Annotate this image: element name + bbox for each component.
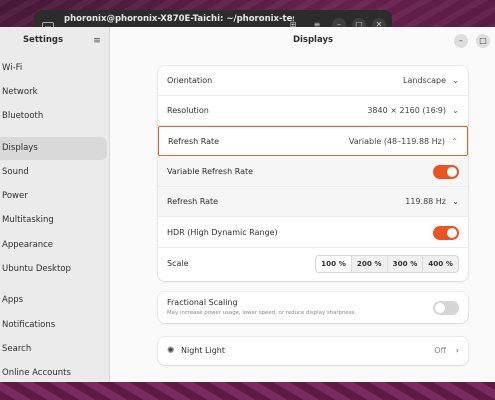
sidebar-item-wifi[interactable]: Wi-Fi: [0, 57, 107, 80]
sidebar-item-search[interactable]: Search: [0, 338, 107, 361]
orientation-value: Landscape: [403, 76, 446, 85]
hdr-row: HDR (High Dynamic Range): [158, 218, 468, 248]
maximize-button[interactable]: □: [476, 34, 490, 48]
fractional-scaling-label: Fractional Scaling: [167, 298, 238, 307]
sidebar-item-ubuntu-desktop[interactable]: Ubuntu Desktop: [0, 258, 107, 281]
sidebar-header: Settings ≡: [0, 27, 110, 55]
sidebar-item-notifications[interactable]: Notifications: [0, 314, 107, 337]
orientation-label: Orientation: [167, 76, 213, 85]
fractional-scaling-card: Fractional Scaling May increase power us…: [158, 292, 468, 323]
settings-window: Settings ≡ Wi-Fi Network Bluetooth Displ…: [0, 27, 495, 382]
hdr-label: HDR (High Dynamic Range): [167, 228, 278, 237]
sidebar-item-sound[interactable]: Sound: [0, 161, 107, 184]
chevron-down-icon: ⌄: [452, 106, 459, 115]
sidebar-title: Settings: [22, 35, 64, 45]
main-header: Displays – □: [111, 27, 495, 55]
hdr-toggle[interactable]: [433, 226, 459, 240]
sidebar-item-apps[interactable]: Apps: [0, 289, 107, 312]
chevron-down-icon: ⌄: [452, 76, 459, 85]
scale-row: Scale 100 % 200 % 300 % 400 %: [158, 249, 468, 279]
scale-option-400[interactable]: 400 %: [423, 256, 458, 272]
night-light-icon: ✺: [167, 346, 175, 356]
sidebar-item-power[interactable]: Power: [0, 185, 107, 208]
scale-option-200[interactable]: 200 %: [352, 256, 388, 272]
resolution-label: Resolution: [167, 106, 209, 115]
scale-option-100[interactable]: 100 %: [316, 256, 352, 272]
refresh-rate-value: Variable (48–119.88 Hz): [348, 137, 445, 146]
refresh-rate-row[interactable]: Refresh Rate Variable (48–119.88 Hz) ⌃: [158, 126, 468, 156]
refresh-rate-sub-label: Refresh Rate: [167, 197, 219, 206]
sidebar-item-displays[interactable]: Displays: [0, 137, 107, 160]
scale-option-300[interactable]: 300 %: [388, 256, 424, 272]
night-light-label: Night Light: [181, 346, 225, 355]
vrr-row: Variable Refresh Rate: [158, 157, 468, 187]
resolution-row[interactable]: Resolution 3840 × 2160 (16∶9) ⌄: [158, 96, 468, 126]
night-light-value: Off: [434, 346, 446, 355]
chevron-right-icon: ›: [455, 346, 459, 355]
display-settings-card: Orientation Landscape ⌄ Resolution 3840 …: [158, 66, 468, 281]
vrr-toggle[interactable]: [433, 165, 459, 179]
refresh-rate-sub-value: 119.88 Hz: [405, 197, 446, 206]
chevron-up-icon: ⌃: [451, 137, 458, 146]
scale-selector: 100 % 200 % 300 % 400 %: [315, 255, 459, 273]
sidebar-item-appearance[interactable]: Appearance: [0, 234, 107, 257]
sidebar: Settings ≡ Wi-Fi Network Bluetooth Displ…: [0, 27, 110, 382]
vrr-label: Variable Refresh Rate: [167, 167, 254, 176]
menu-icon[interactable]: ≡: [90, 34, 104, 48]
chevron-down-icon: ⌄: [452, 197, 459, 206]
scale-label: Scale: [167, 259, 189, 268]
sidebar-item-online-accounts[interactable]: Online Accounts: [0, 362, 107, 382]
page-title: Displays: [292, 35, 334, 45]
night-light-card[interactable]: ✺ Night Light Off ›: [158, 337, 468, 365]
sidebar-item-bluetooth[interactable]: Bluetooth: [0, 105, 107, 128]
sidebar-item-multitasking[interactable]: Multitasking: [0, 209, 107, 232]
fractional-scaling-subtitle: May increase power usage, lower speed, o…: [167, 310, 357, 316]
fractional-scaling-toggle[interactable]: [433, 301, 459, 315]
sidebar-item-network[interactable]: Network: [0, 81, 107, 104]
minimize-button[interactable]: –: [454, 34, 468, 48]
orientation-row[interactable]: Orientation Landscape ⌄: [158, 66, 468, 96]
refresh-rate-sub-row[interactable]: Refresh Rate 119.88 Hz ⌄: [158, 187, 468, 217]
resolution-value: 3840 × 2160 (16∶9): [367, 106, 446, 115]
terminal-title: phoronix@phoronix-X870E-Taichi: ~/phoron…: [64, 14, 294, 24]
refresh-rate-label: Refresh Rate: [168, 137, 220, 146]
